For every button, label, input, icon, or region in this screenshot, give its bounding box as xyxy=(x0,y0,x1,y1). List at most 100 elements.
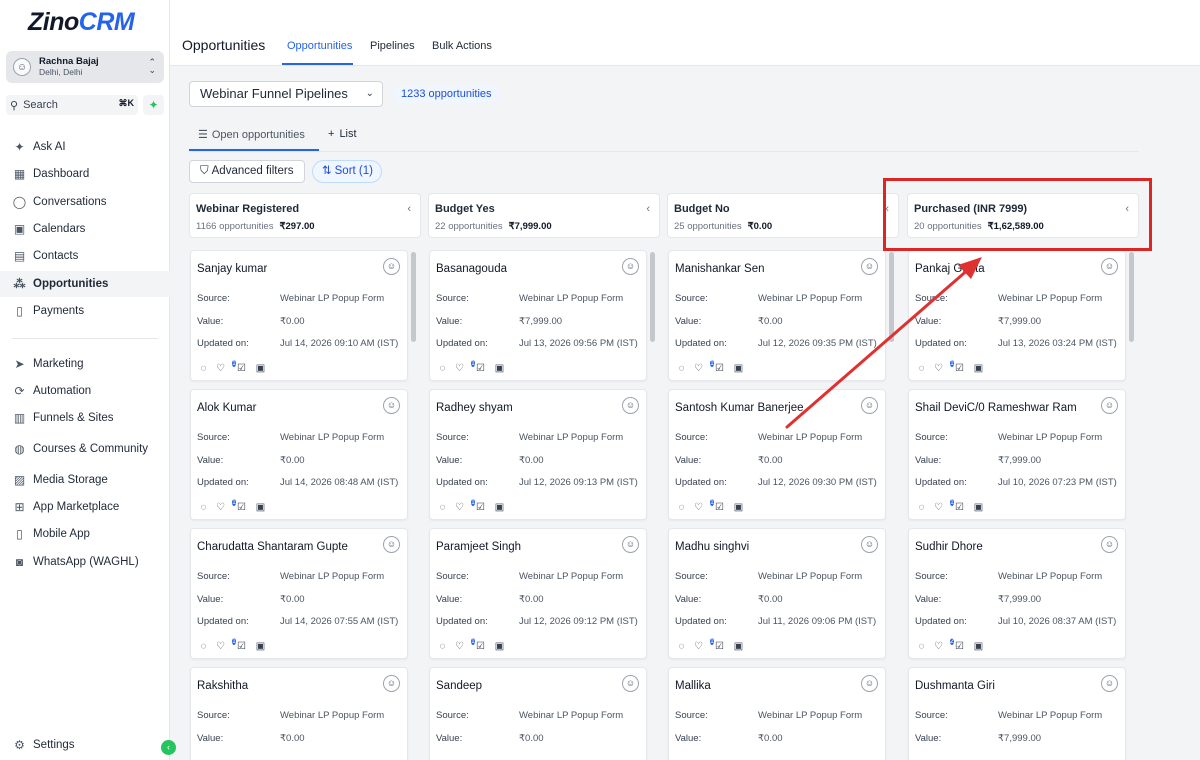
calendar-icon[interactable]: ▣ xyxy=(493,502,506,514)
calendar-icon[interactable]: ▣ xyxy=(254,641,267,653)
tag-icon[interactable]: ♡ 1 xyxy=(934,499,954,514)
task-icon[interactable]: ☑ xyxy=(953,363,966,375)
assign-user-icon[interactable]: ☺ xyxy=(861,258,878,275)
sidebar-item-dashboard[interactable]: ▦ Dashboard xyxy=(0,161,170,187)
chat-icon[interactable]: ◌ xyxy=(436,641,449,653)
opportunity-card[interactable]: Paramjeet Singh ☺ Source: Webinar LP Popup … xyxy=(429,528,647,659)
user-switcher[interactable]: ☺ Rachna Bajaj Delhi, Delhi ⌃ ⌄ xyxy=(6,51,164,83)
app-logo[interactable]: ZinoCRM xyxy=(28,8,135,37)
tag-icon[interactable]: ♡ 1 xyxy=(216,360,236,375)
opportunity-card[interactable]: Santosh Kumar Banerjee ☺ Source: Webinar LP… xyxy=(668,389,886,520)
card-contact-name[interactable]: Madhu singhvi xyxy=(675,541,749,553)
opportunity-card[interactable]: Radhey shyam ☺ Source: Webinar LP Popup For… xyxy=(429,389,647,520)
card-contact-name[interactable]: Dushmanta Giri xyxy=(915,680,995,692)
column-scrollbar[interactable] xyxy=(650,252,655,342)
tag-icon[interactable]: ♡ 1 xyxy=(694,638,714,653)
opportunity-card[interactable]: Sandeep ☺ Source: Webinar LP Popup Form Valu… xyxy=(429,667,647,760)
chat-icon[interactable]: ◌ xyxy=(197,641,210,653)
sidebar-item-media-storage[interactable]: ▨ Media Storage xyxy=(0,467,170,493)
task-icon[interactable]: ☑ xyxy=(713,641,726,653)
sidebar-item-ask-ai[interactable]: ✦ Ask AI xyxy=(0,134,170,160)
calendar-icon[interactable]: ▣ xyxy=(254,502,267,514)
task-icon[interactable]: ☑ xyxy=(713,502,726,514)
chat-icon[interactable]: ◌ xyxy=(915,641,928,653)
card-contact-name[interactable]: Paramjeet Singh xyxy=(436,541,521,553)
tag-icon[interactable]: ♡ 1 xyxy=(694,360,714,375)
sidebar-item-whatsapp-waghl[interactable]: ◙ WhatsApp (WAGHL) xyxy=(0,549,170,575)
card-contact-name[interactable]: Sanjay kumar xyxy=(197,263,267,275)
column-scrollbar[interactable] xyxy=(889,252,894,342)
sidebar-item-calendars[interactable]: ▣ Calendars xyxy=(0,216,170,242)
tag-icon[interactable]: ♡ 1 xyxy=(934,360,954,375)
card-contact-name[interactable]: Radhey shyam xyxy=(436,402,513,414)
chat-icon[interactable]: ◌ xyxy=(915,502,928,514)
sort-button[interactable]: ⇅ Sort (1) xyxy=(312,160,382,183)
sidebar-item-courses-community[interactable]: ◍ Courses & Community xyxy=(0,436,170,462)
assign-user-icon[interactable]: ☺ xyxy=(383,675,400,692)
tag-icon[interactable]: ♡ 1 xyxy=(694,499,714,514)
chat-icon[interactable]: ◌ xyxy=(436,363,449,375)
tag-icon[interactable]: ♡ 1 xyxy=(216,499,236,514)
column-scrollbar[interactable] xyxy=(1129,252,1134,342)
pipeline-select[interactable]: Webinar Funnel Pipelines ⌄ xyxy=(189,81,383,107)
tag-icon[interactable]: ♡ 1 xyxy=(216,638,236,653)
assign-user-icon[interactable]: ☺ xyxy=(622,675,639,692)
card-contact-name[interactable]: Santosh Kumar Banerjee xyxy=(675,402,804,414)
chevron-left-icon[interactable]: ‹ xyxy=(407,203,411,215)
card-contact-name[interactable]: Manishankar Sen xyxy=(675,263,765,275)
quick-action-sparkle-icon[interactable]: ✦ xyxy=(143,95,164,115)
assign-user-icon[interactable]: ☺ xyxy=(383,397,400,414)
assign-user-icon[interactable]: ☺ xyxy=(1101,675,1118,692)
opportunity-card[interactable]: Rakshitha ☺ Source: Webinar LP Popup Form Va… xyxy=(190,667,408,760)
card-contact-name[interactable]: Sandeep xyxy=(436,680,482,692)
card-contact-name[interactable]: Pankaj Gupta xyxy=(915,263,985,275)
task-icon[interactable]: ☑ xyxy=(713,363,726,375)
opportunity-card[interactable]: Basanagouda ☺ Source: Webinar LP Popup Form… xyxy=(429,250,647,381)
calendar-icon[interactable]: ▣ xyxy=(972,363,985,375)
assign-user-icon[interactable]: ☺ xyxy=(622,258,639,275)
card-contact-name[interactable]: Shail DeviC/0 Rameshwar Ram xyxy=(915,402,1077,414)
sidebar-item-contacts[interactable]: ▤ Contacts xyxy=(0,243,170,269)
sidebar-item-conversations[interactable]: ◯ Conversations xyxy=(0,189,170,215)
chat-icon[interactable]: ◌ xyxy=(915,363,928,375)
assign-user-icon[interactable]: ☺ xyxy=(383,536,400,553)
calendar-icon[interactable]: ▣ xyxy=(493,641,506,653)
task-icon[interactable]: ☑ xyxy=(235,502,248,514)
card-contact-name[interactable]: Mallika xyxy=(675,680,711,692)
opportunity-card[interactable]: Manishankar Sen ☺ Source: Webinar LP Popup … xyxy=(668,250,886,381)
task-icon[interactable]: ☑ xyxy=(474,502,487,514)
tab-pipelines[interactable]: Pipelines xyxy=(370,40,415,52)
assign-user-icon[interactable]: ☺ xyxy=(622,536,639,553)
chat-icon[interactable]: ◌ xyxy=(197,502,210,514)
assign-user-icon[interactable]: ☺ xyxy=(1101,397,1118,414)
column-scrollbar[interactable] xyxy=(411,252,416,342)
calendar-icon[interactable]: ▣ xyxy=(493,363,506,375)
chat-icon[interactable]: ◌ xyxy=(436,502,449,514)
card-contact-name[interactable]: Sudhir Dhore xyxy=(915,541,983,553)
calendar-icon[interactable]: ▣ xyxy=(972,502,985,514)
assign-user-icon[interactable]: ☺ xyxy=(383,258,400,275)
view-tab-open-opportunities[interactable]: ☰ Open opportunities xyxy=(198,128,305,141)
opportunity-card[interactable]: Shail DeviC/0 Rameshwar Ram ☺ Source: Webin… xyxy=(908,389,1126,520)
task-icon[interactable]: ☑ xyxy=(235,641,248,653)
opportunity-card[interactable]: Charudatta Shantaram Gupte ☺ Source: Webina… xyxy=(190,528,408,659)
sidebar-item-funnels-sites[interactable]: ▥ Funnels & Sites xyxy=(0,405,170,431)
calendar-icon[interactable]: ▣ xyxy=(254,363,267,375)
assign-user-icon[interactable]: ☺ xyxy=(622,397,639,414)
sidebar-item-settings[interactable]: ⚙ Settings xyxy=(0,732,170,758)
sidebar-item-mobile-app[interactable]: ▯ Mobile App xyxy=(0,521,170,547)
opportunity-card[interactable]: Alok Kumar ☺ Source: Webinar LP Popup Form V… xyxy=(190,389,408,520)
task-icon[interactable]: ☑ xyxy=(474,363,487,375)
calendar-icon[interactable]: ▣ xyxy=(732,363,745,375)
sidebar-item-automation[interactable]: ⟳ Automation xyxy=(0,378,170,404)
calendar-icon[interactable]: ▣ xyxy=(732,502,745,514)
card-contact-name[interactable]: Rakshitha xyxy=(197,680,248,692)
tab-opportunities[interactable]: Opportunities xyxy=(287,40,352,52)
sidebar-item-app-marketplace[interactable]: ⊞ App Marketplace xyxy=(0,494,170,520)
card-contact-name[interactable]: Charudatta Shantaram Gupte xyxy=(197,541,348,553)
chevron-left-icon[interactable]: ‹ xyxy=(646,203,650,215)
task-icon[interactable]: ☑ xyxy=(474,641,487,653)
view-tab-add-list[interactable]: + List xyxy=(328,128,357,140)
advanced-filters-button[interactable]: ⛉ Advanced filters xyxy=(189,160,305,183)
sidebar-item-opportunities[interactable]: ⁂ Opportunities xyxy=(0,271,170,297)
